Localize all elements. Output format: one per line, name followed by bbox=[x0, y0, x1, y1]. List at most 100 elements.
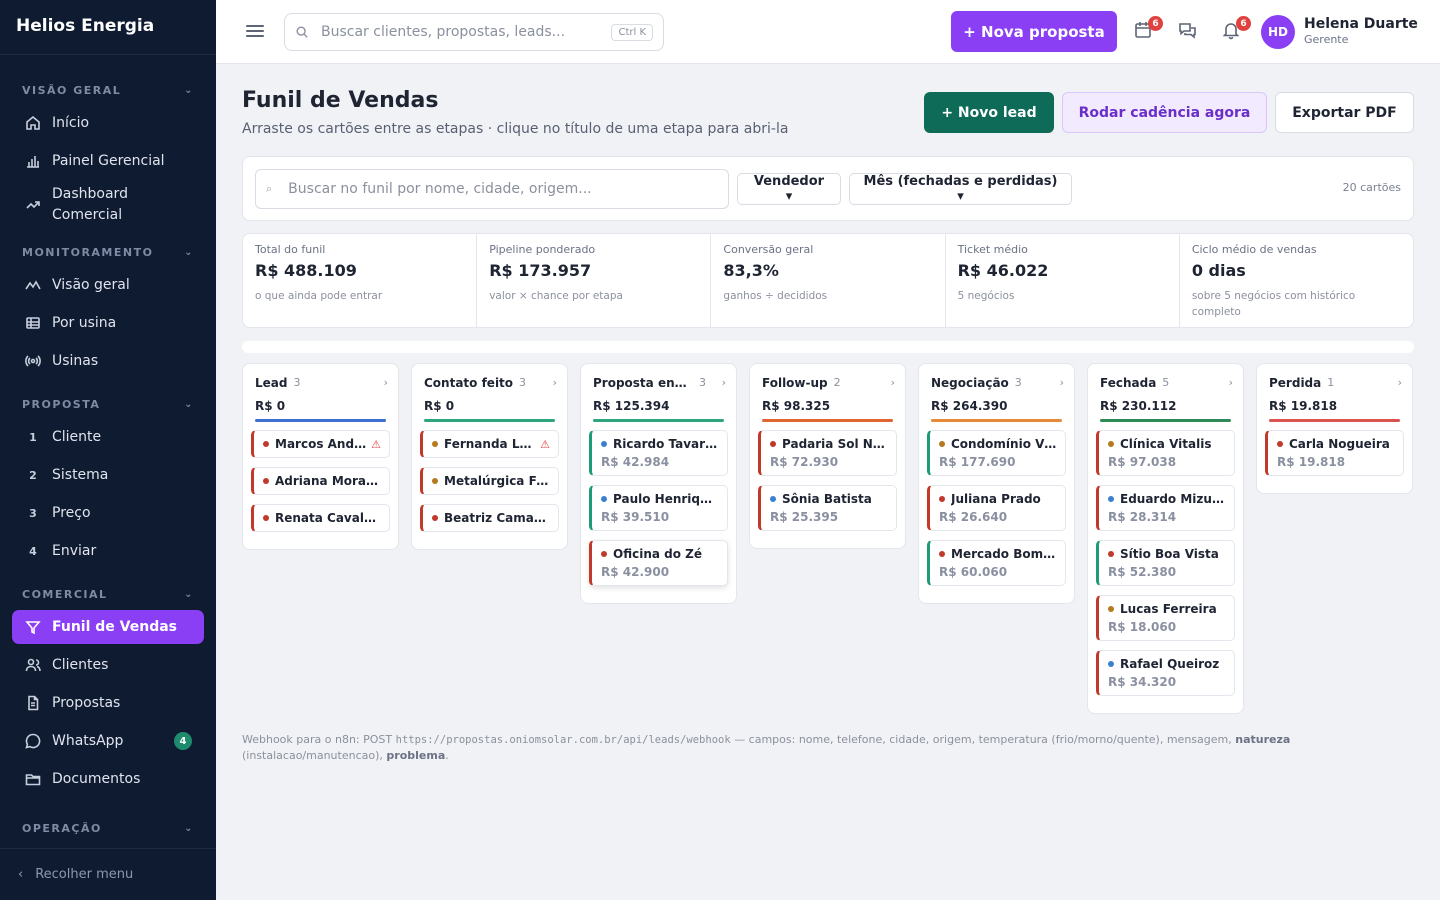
funnel-icon bbox=[24, 618, 42, 636]
user-name[interactable]: Helena Duarte bbox=[1304, 16, 1418, 32]
stage-header[interactable]: Lead 3 › R$ 0 bbox=[251, 364, 390, 419]
search-icon: ⌕ bbox=[266, 182, 273, 195]
lead-card[interactable]: Juliana Prado R$ 26.640 bbox=[927, 485, 1066, 531]
section-visao-geral[interactable]: VISÃO GERAL ⌄ bbox=[0, 80, 216, 100]
step-number: 2 bbox=[29, 468, 37, 482]
lead-value: R$ 60.060 bbox=[939, 565, 1008, 579]
lead-card[interactable]: Eduardo Mizuno R$ 28.314 bbox=[1096, 485, 1235, 531]
stage-header[interactable]: Fechada 5 › R$ 230.112 bbox=[1096, 364, 1235, 419]
chevron-right-icon[interactable]: › bbox=[722, 376, 726, 389]
stage-header[interactable]: Follow-up 2 › R$ 98.325 bbox=[758, 364, 897, 419]
stage-header[interactable]: Contato feito 3 › R$ 0 bbox=[420, 364, 559, 419]
lead-card[interactable]: Padaria Sol Na... R$ 72.930 bbox=[758, 430, 897, 476]
sidebar-item-clientes[interactable]: Clientes bbox=[12, 648, 204, 682]
lead-name: Juliana Prado bbox=[951, 492, 1041, 506]
collapse-menu-label: Recolher menu bbox=[35, 867, 134, 882]
lead-card[interactable]: Sônia Batista R$ 25.395 bbox=[758, 485, 897, 531]
lead-card[interactable]: Condomínio Vil... R$ 177.690 bbox=[927, 430, 1066, 476]
sidebar-item-painel-gerencial[interactable]: Painel Gerencial bbox=[12, 144, 204, 178]
lead-card[interactable]: Rafael Queiroz R$ 34.320 bbox=[1096, 650, 1235, 696]
new-proposal-button[interactable]: + Nova proposta bbox=[951, 11, 1117, 52]
section-operacao[interactable]: OPERAÇÃO ⌄ bbox=[0, 818, 216, 838]
stage-header[interactable]: Proposta envi... 3 › R$ 125.394 bbox=[589, 364, 728, 419]
sidebar-item-propostas[interactable]: Propostas bbox=[12, 686, 204, 720]
sidebar-item-cliente[interactable]: 1 Cliente bbox=[12, 420, 204, 454]
lead-card-title: Ricardo Tavares bbox=[601, 437, 719, 451]
lead-card[interactable]: Carla Nogueira R$ 19.818 bbox=[1265, 430, 1404, 476]
temperature-dot bbox=[263, 441, 269, 447]
lead-card[interactable]: Sítio Boa Vista R$ 52.380 bbox=[1096, 540, 1235, 586]
stage-name: Lead bbox=[255, 376, 288, 390]
chevron-right-icon[interactable]: › bbox=[1060, 376, 1064, 389]
calendar-icon[interactable]: 6 bbox=[1133, 16, 1163, 42]
lead-card[interactable]: Marcos Andr... ⚠ bbox=[251, 430, 390, 458]
temperature-dot bbox=[770, 441, 776, 447]
lead-card[interactable]: Lucas Ferreira R$ 18.060 bbox=[1096, 595, 1235, 641]
sidebar-item-label: Cliente bbox=[52, 429, 102, 445]
chevron-right-icon[interactable]: › bbox=[553, 376, 557, 389]
section-monitoramento[interactable]: MONITORAMENTO ⌄ bbox=[0, 242, 216, 262]
seller-filter-dropdown[interactable]: Vendedor ▾ bbox=[737, 173, 841, 205]
lead-card[interactable]: Beatriz Camargo bbox=[420, 504, 559, 532]
stage-name: Proposta envi... bbox=[593, 376, 693, 390]
lead-card-title: Marcos Andr... ⚠ bbox=[263, 437, 381, 451]
lead-card[interactable]: Clínica Vitalis R$ 97.038 bbox=[1096, 430, 1235, 476]
funnel-search-input[interactable] bbox=[288, 181, 728, 197]
lead-card[interactable]: Paulo Henrique... R$ 39.510 bbox=[589, 485, 728, 531]
section-comercial[interactable]: COMERCIAL ⌄ bbox=[0, 584, 216, 604]
section-title: COMERCIAL bbox=[22, 587, 108, 601]
chevron-right-icon[interactable]: › bbox=[384, 376, 388, 389]
lead-card[interactable]: Oficina do Zé R$ 42.900 bbox=[589, 540, 728, 586]
sidebar-item-label: Início bbox=[52, 115, 90, 131]
lead-card[interactable]: Renata Cavalca... bbox=[251, 504, 390, 532]
funnel-search[interactable]: ⌕ bbox=[255, 169, 729, 209]
stat-conversao-geral: Conversão geral 83,3% ganhos ÷ decididos bbox=[711, 234, 946, 327]
sidebar-item-sistema[interactable]: 2 Sistema bbox=[12, 458, 204, 492]
avatar[interactable]: HD bbox=[1261, 15, 1295, 49]
chevron-right-icon[interactable]: › bbox=[1229, 376, 1233, 389]
sidebar-item-label: Funil de Vendas bbox=[52, 619, 177, 635]
sidebar-item-preco[interactable]: 3 Preço bbox=[12, 496, 204, 530]
new-lead-button[interactable]: + Novo lead bbox=[924, 92, 1054, 133]
chevron-down-icon: ⌄ bbox=[184, 588, 194, 600]
chevron-down-icon: ⌄ bbox=[184, 822, 194, 834]
lead-name: Ricardo Tavares bbox=[613, 437, 719, 451]
lead-card-title: Fernanda Lo... ⚠ bbox=[432, 437, 550, 451]
export-pdf-button[interactable]: Exportar PDF bbox=[1275, 92, 1414, 133]
sidebar-item-visao-geral[interactable]: Visão geral bbox=[12, 268, 204, 302]
lead-card[interactable]: Fernanda Lo... ⚠ bbox=[420, 430, 559, 458]
sidebar-item-usinas[interactable]: Usinas bbox=[12, 344, 204, 378]
bell-icon[interactable]: 6 bbox=[1221, 16, 1251, 42]
section-proposta[interactable]: PROPOSTA ⌄ bbox=[0, 394, 216, 414]
hamburger-menu-icon[interactable] bbox=[246, 22, 264, 40]
lead-card[interactable]: Ricardo Tavares R$ 42.984 bbox=[589, 430, 728, 476]
sidebar-item-por-usina[interactable]: Por usina bbox=[12, 306, 204, 340]
stage-header[interactable]: Negociação 3 › R$ 264.390 bbox=[927, 364, 1066, 419]
sidebar-item-whatsapp[interactable]: WhatsApp 4 bbox=[12, 724, 204, 758]
lead-card[interactable]: Adriana Moraes bbox=[251, 467, 390, 495]
global-search[interactable]: Ctrl K bbox=[284, 13, 664, 51]
sidebar-item-dashboard-comercial[interactable]: Dashboard Comercial bbox=[12, 182, 204, 228]
lead-card[interactable]: Mercado Bom ... R$ 60.060 bbox=[927, 540, 1066, 586]
sidebar-item-documentos[interactable]: Documentos bbox=[12, 762, 204, 796]
sidebar-item-inicio[interactable]: Início bbox=[12, 106, 204, 140]
webhook-field-natureza: natureza bbox=[1235, 733, 1291, 746]
users-icon bbox=[24, 656, 42, 674]
run-cadence-button[interactable]: Rodar cadência agora bbox=[1062, 92, 1267, 133]
horizontal-scrollbar[interactable] bbox=[242, 341, 1414, 353]
stage-header[interactable]: Perdida 1 › R$ 19.818 bbox=[1265, 364, 1404, 419]
brand-logo[interactable]: Helios Energia bbox=[0, 0, 216, 55]
sidebar-item-label: Preço bbox=[52, 505, 91, 521]
chevron-right-icon[interactable]: › bbox=[891, 376, 895, 389]
webhook-end: . bbox=[445, 749, 449, 762]
chevron-right-icon[interactable]: › bbox=[1398, 376, 1402, 389]
collapse-menu-button[interactable]: ‹ Recolher menu bbox=[0, 848, 216, 900]
global-search-input[interactable] bbox=[321, 24, 612, 40]
period-filter-dropdown[interactable]: Mês (fechadas e perdidas) ▾ bbox=[849, 173, 1072, 205]
stage-count: 3 bbox=[519, 376, 527, 389]
chevron-down-icon: ⌄ bbox=[184, 398, 194, 410]
sidebar-item-enviar[interactable]: 4 Enviar bbox=[12, 534, 204, 568]
chat-icon[interactable] bbox=[1177, 20, 1199, 42]
lead-card[interactable]: Metalúrgica Fe... bbox=[420, 467, 559, 495]
sidebar-item-funil-de-vendas[interactable]: Funil de Vendas bbox=[12, 610, 204, 644]
